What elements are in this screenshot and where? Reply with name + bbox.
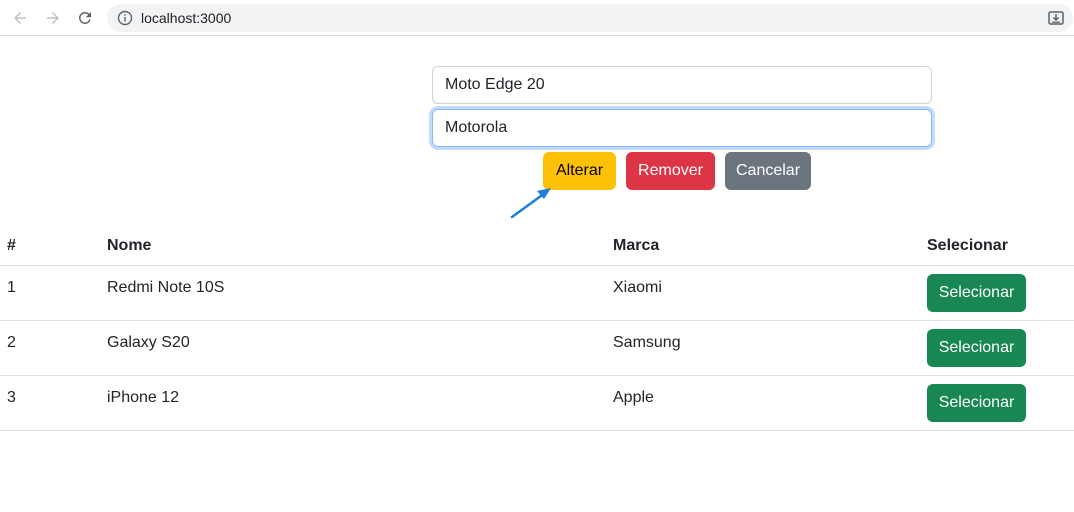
header-nome: Nome (107, 237, 152, 254)
header-id: # (7, 237, 16, 254)
table-row: 1 Redmi Note 10S Xiaomi Selecionar (0, 266, 1074, 321)
selecionar-button[interactable]: Selecionar (927, 384, 1026, 422)
table-header-row: # Nome Marca Selecionar (0, 226, 1074, 266)
annotation-arrow-icon (510, 188, 551, 219)
row-id: 2 (7, 334, 16, 351)
header-selecionar: Selecionar (927, 237, 1008, 254)
row-nome: iPhone 12 (107, 389, 180, 406)
brand-input[interactable] (432, 109, 932, 147)
row-marca: Apple (613, 389, 654, 406)
address-bar[interactable]: localhost:3000 (107, 4, 1073, 32)
selecionar-button[interactable]: Selecionar (927, 329, 1026, 367)
row-id: 3 (7, 389, 16, 406)
url-text[interactable]: localhost:3000 (141, 10, 231, 26)
selecionar-button[interactable]: Selecionar (927, 274, 1026, 312)
cancelar-button[interactable]: Cancelar (725, 152, 811, 190)
forward-arrow-icon[interactable] (41, 6, 65, 30)
header-marca: Marca (613, 237, 660, 254)
install-app-icon[interactable] (1047, 9, 1065, 27)
reload-icon[interactable] (73, 6, 97, 30)
row-nome: Galaxy S20 (107, 334, 190, 351)
row-marca: Samsung (613, 334, 681, 351)
name-input[interactable] (432, 66, 932, 104)
info-icon[interactable] (117, 10, 133, 26)
back-arrow-icon[interactable] (8, 6, 32, 30)
table-row: 2 Galaxy S20 Samsung Selecionar (0, 321, 1074, 376)
table-row: 3 iPhone 12 Apple Selecionar (0, 376, 1074, 431)
remover-button[interactable]: Remover (626, 152, 715, 190)
row-marca: Xiaomi (613, 279, 662, 296)
row-id: 1 (7, 279, 16, 296)
row-nome: Redmi Note 10S (107, 279, 225, 296)
browser-toolbar: localhost:3000 (0, 0, 1074, 36)
